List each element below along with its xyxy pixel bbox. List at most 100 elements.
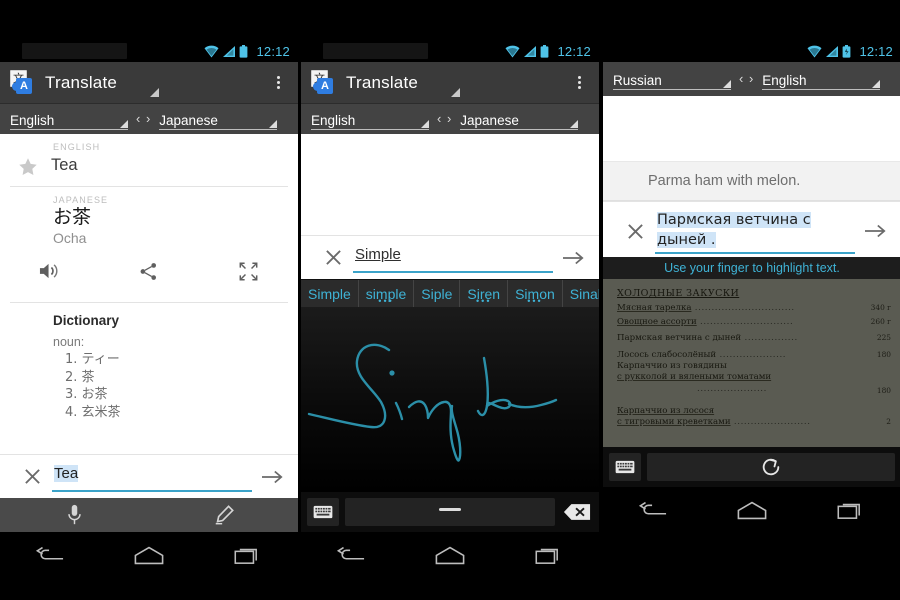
favorite-star-icon[interactable] [17, 156, 39, 178]
menu-item-row[interactable]: Карпаччио из лосося [611, 406, 895, 416]
source-language-label-3: Russian [613, 73, 662, 88]
clear-input-button-2[interactable] [319, 244, 347, 272]
input-value-line2-3: дыней . [657, 232, 716, 248]
status-notch [323, 43, 428, 59]
empty-translation-card-2 [301, 134, 599, 235]
suggestion-dots-icon: ••• [527, 296, 543, 306]
translation-result-3: Parma ham with melon. [603, 161, 900, 201]
chevron-down-icon [723, 80, 731, 88]
home-icon [134, 546, 164, 564]
fullscreen-icon[interactable] [199, 258, 298, 284]
submit-button-3[interactable] [859, 216, 893, 246]
menu-item-row[interactable]: с тигровыми креветками .................… [611, 417, 895, 427]
suggestion-item[interactable]: Siren ••• [460, 280, 509, 307]
keyboard-icon [313, 505, 333, 519]
swap-languages-button-2[interactable]: ‹ › [429, 111, 460, 126]
submit-button-2[interactable] [557, 243, 591, 273]
menu-item-row[interactable]: Карпаччио из говядины [611, 361, 895, 371]
menu-item-row[interactable]: Мясная тарелка .........................… [611, 303, 895, 313]
suggestion-item[interactable]: Simple [301, 280, 359, 307]
swap-languages-button-1[interactable]: ‹ › [128, 111, 159, 126]
back-button-1[interactable] [27, 540, 73, 570]
fullscreen-glyph [239, 262, 258, 280]
handwriting-canvas[interactable] [301, 307, 599, 492]
source-language-heading: ENGLISH [53, 142, 101, 152]
suggestion-item[interactable]: Simon ••• [508, 280, 563, 307]
target-language-selector-2[interactable]: Japanese [460, 108, 579, 130]
voice-input-button[interactable] [0, 504, 149, 526]
menu-item-price: 180 [876, 350, 891, 359]
suggestion-strip: Simple simple ••• Siple Siren ••• Simon •••… [301, 279, 599, 307]
backspace-key-2[interactable] [561, 498, 593, 526]
input-row-3: Пармская ветчина с дыней . [603, 201, 900, 257]
keyboard-bar-3 [603, 447, 900, 487]
suggestion-item[interactable]: simple ••• [359, 280, 415, 307]
menu-leader-row: ..................... [611, 384, 895, 394]
clear-input-button-1[interactable] [18, 463, 46, 491]
suggestion-item[interactable]: Sinale [563, 280, 599, 307]
submit-button-1[interactable] [256, 462, 290, 492]
signal-icon [223, 45, 236, 57]
status-bar-2: 12:12 [301, 40, 599, 62]
space-key-2[interactable] [345, 498, 555, 526]
back-icon [638, 501, 666, 515]
keyboard-switch-button-2[interactable] [307, 498, 339, 526]
back-button-3[interactable] [630, 495, 676, 525]
romanization-text: Ocha [53, 230, 87, 246]
retake-photo-button-3[interactable] [647, 453, 895, 481]
overflow-menu-button-2[interactable] [569, 72, 589, 94]
swap-languages-button-3[interactable]: ‹ › [731, 71, 762, 86]
search-input-3[interactable]: Пармская ветчина с дыней . [655, 208, 855, 254]
speaker-icon[interactable] [0, 258, 99, 284]
title-dropdown-caret-icon[interactable] [150, 88, 159, 97]
home-button-3[interactable] [729, 495, 775, 525]
target-language-label-1: Japanese [159, 113, 218, 128]
arrow-right-icon [563, 251, 584, 264]
search-input-2[interactable]: Simple [353, 243, 553, 273]
menu-item-row[interactable]: Лосось слабосолёный ....................… [611, 350, 895, 360]
phone-panel-1: 12:12 文 A Translate English ‹ › Japanese [0, 40, 298, 578]
camera-photo-view[interactable]: ХОЛОДНЫЕ ЗАКУСКИ Мясная тарелка ........… [603, 279, 900, 447]
title-dropdown-caret-icon[interactable] [451, 88, 460, 97]
back-button-2[interactable] [328, 540, 374, 570]
space-key-indicator [439, 508, 461, 511]
keyboard-switch-button-3[interactable] [609, 453, 641, 481]
home-button-2[interactable] [427, 540, 473, 570]
menu-item-name: Карпаччио из говядины [617, 361, 727, 371]
handwriting-input-button[interactable] [149, 504, 298, 526]
recents-button-2[interactable] [526, 540, 572, 570]
home-button-1[interactable] [126, 540, 172, 570]
hint-text: Use your finger to highlight text. [664, 261, 840, 275]
menu-item-row[interactable]: с рукколой и вялеными томатами 180 [611, 372, 895, 395]
overflow-menu-button-1[interactable] [268, 72, 288, 94]
keyboard-bar-2 [301, 492, 599, 532]
battery-icon [843, 44, 851, 58]
target-language-selector-1[interactable]: Japanese [159, 108, 278, 130]
clear-input-button-3[interactable] [621, 217, 649, 245]
menu-section-title: ХОЛОДНЫЕ ЗАКУСКИ [617, 288, 740, 299]
signal-icon [524, 45, 537, 57]
source-language-selector-2[interactable]: English [311, 108, 429, 130]
language-bar-2: English ‹ › Japanese [301, 104, 599, 134]
menu-item-row-highlighted[interactable]: Пармская ветчина с дыней ...............… [611, 331, 895, 345]
target-language-label-2: Japanese [460, 113, 519, 128]
source-language-selector-3[interactable]: Russian [613, 68, 731, 90]
highlight-hint-bar: Use your finger to highlight text. [603, 257, 900, 279]
target-language-selector-3[interactable]: English [762, 68, 881, 90]
input-value-1: Tea [54, 464, 79, 482]
phone-panel-2: 12:12 文 A Translate English ‹ › Japanese [301, 40, 599, 578]
suggestion-item[interactable]: Siple [414, 280, 461, 307]
dictionary-heading: Dictionary [53, 313, 120, 328]
menu-item-row[interactable]: Овощное ассорти ........................… [611, 317, 895, 327]
navigation-bar-3 [603, 487, 900, 533]
share-icon[interactable] [99, 258, 198, 284]
backspace-icon [563, 504, 591, 520]
source-language-selector-1[interactable]: English [10, 108, 128, 130]
search-input-1[interactable]: Tea [52, 462, 252, 492]
recents-button-1[interactable] [225, 540, 271, 570]
recents-button-3[interactable] [828, 495, 874, 525]
input-value-line1-3: Пармская ветчина с [657, 212, 811, 228]
status-time: 12:12 [859, 43, 893, 59]
language-bar-1: English ‹ › Japanese [0, 104, 298, 134]
input-row-2: Simple [301, 235, 599, 279]
